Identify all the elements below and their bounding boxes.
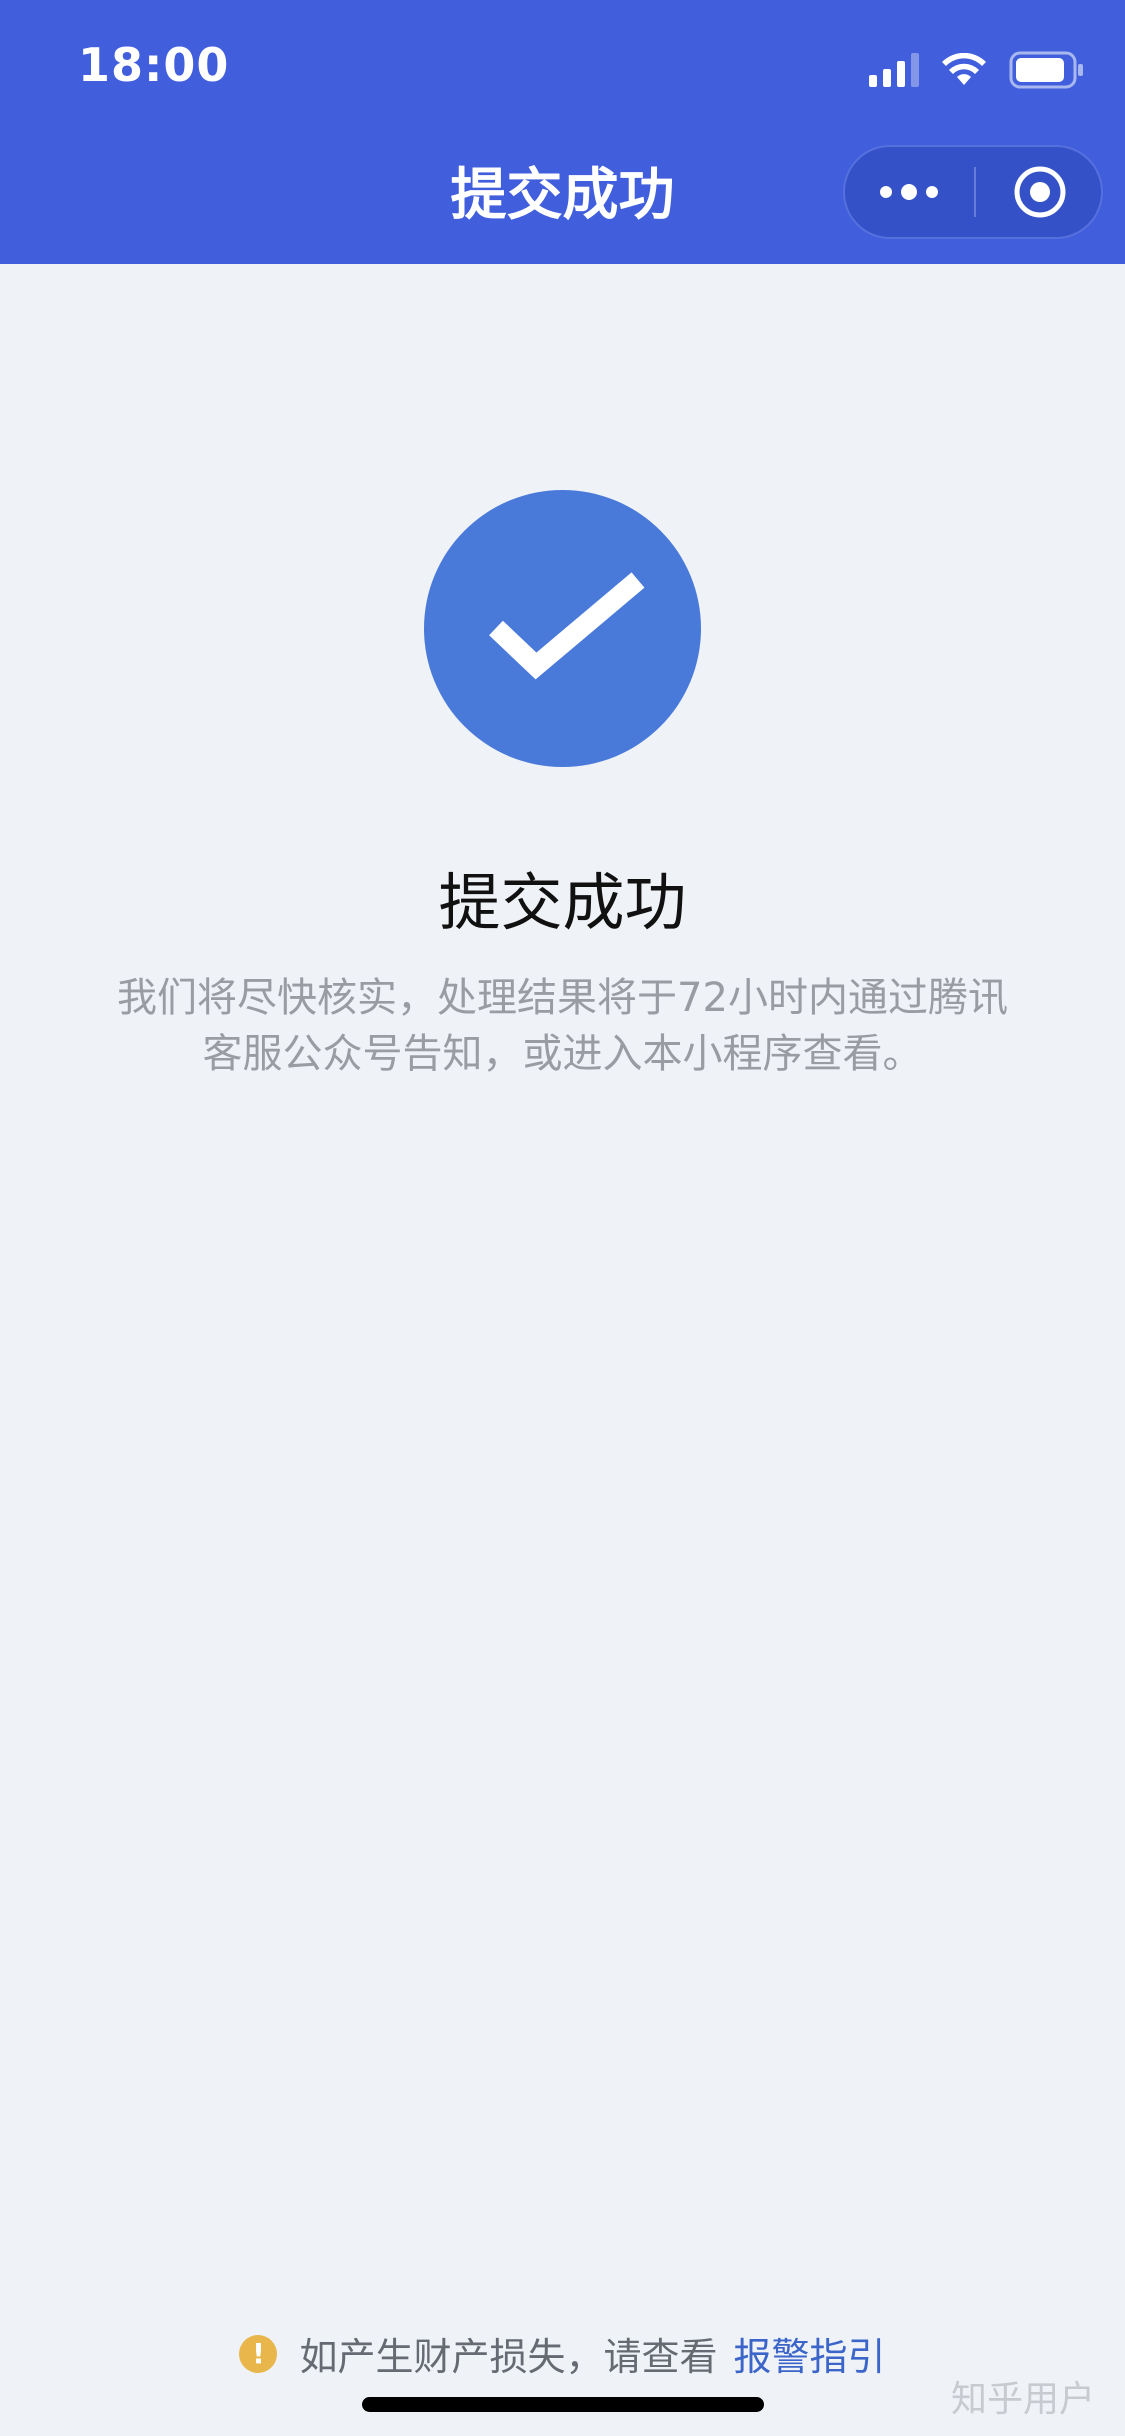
mini-program-capsule	[843, 145, 1103, 239]
home-indicator[interactable]	[362, 2397, 764, 2412]
check-circle-icon	[424, 490, 701, 767]
warning-text: 如产生财产损失，请查看	[299, 2335, 718, 2379]
navigation-header: 18:00 提交成功	[0, 0, 1125, 264]
more-dots-icon[interactable]	[845, 147, 973, 237]
close-mini-program-button[interactable]	[976, 147, 1104, 237]
signal-icon	[869, 53, 919, 87]
watermark: 知乎用户	[950, 2379, 1095, 2420]
police-guide-link[interactable]: 报警指引	[734, 2326, 886, 2381]
battery-icon	[1009, 51, 1083, 89]
target-circle-icon	[1014, 166, 1066, 218]
wifi-icon	[942, 53, 986, 85]
status-time: 18:00	[78, 38, 230, 92]
success-description: 我们将尽快核实，处理结果将于72小时内通过腾讯客服公众号告知，或进入本小程序查看…	[117, 975, 1008, 1077]
status-icons	[869, 50, 1085, 90]
success-title: 提交成功	[438, 866, 687, 939]
warning-icon: !	[239, 2334, 278, 2373]
